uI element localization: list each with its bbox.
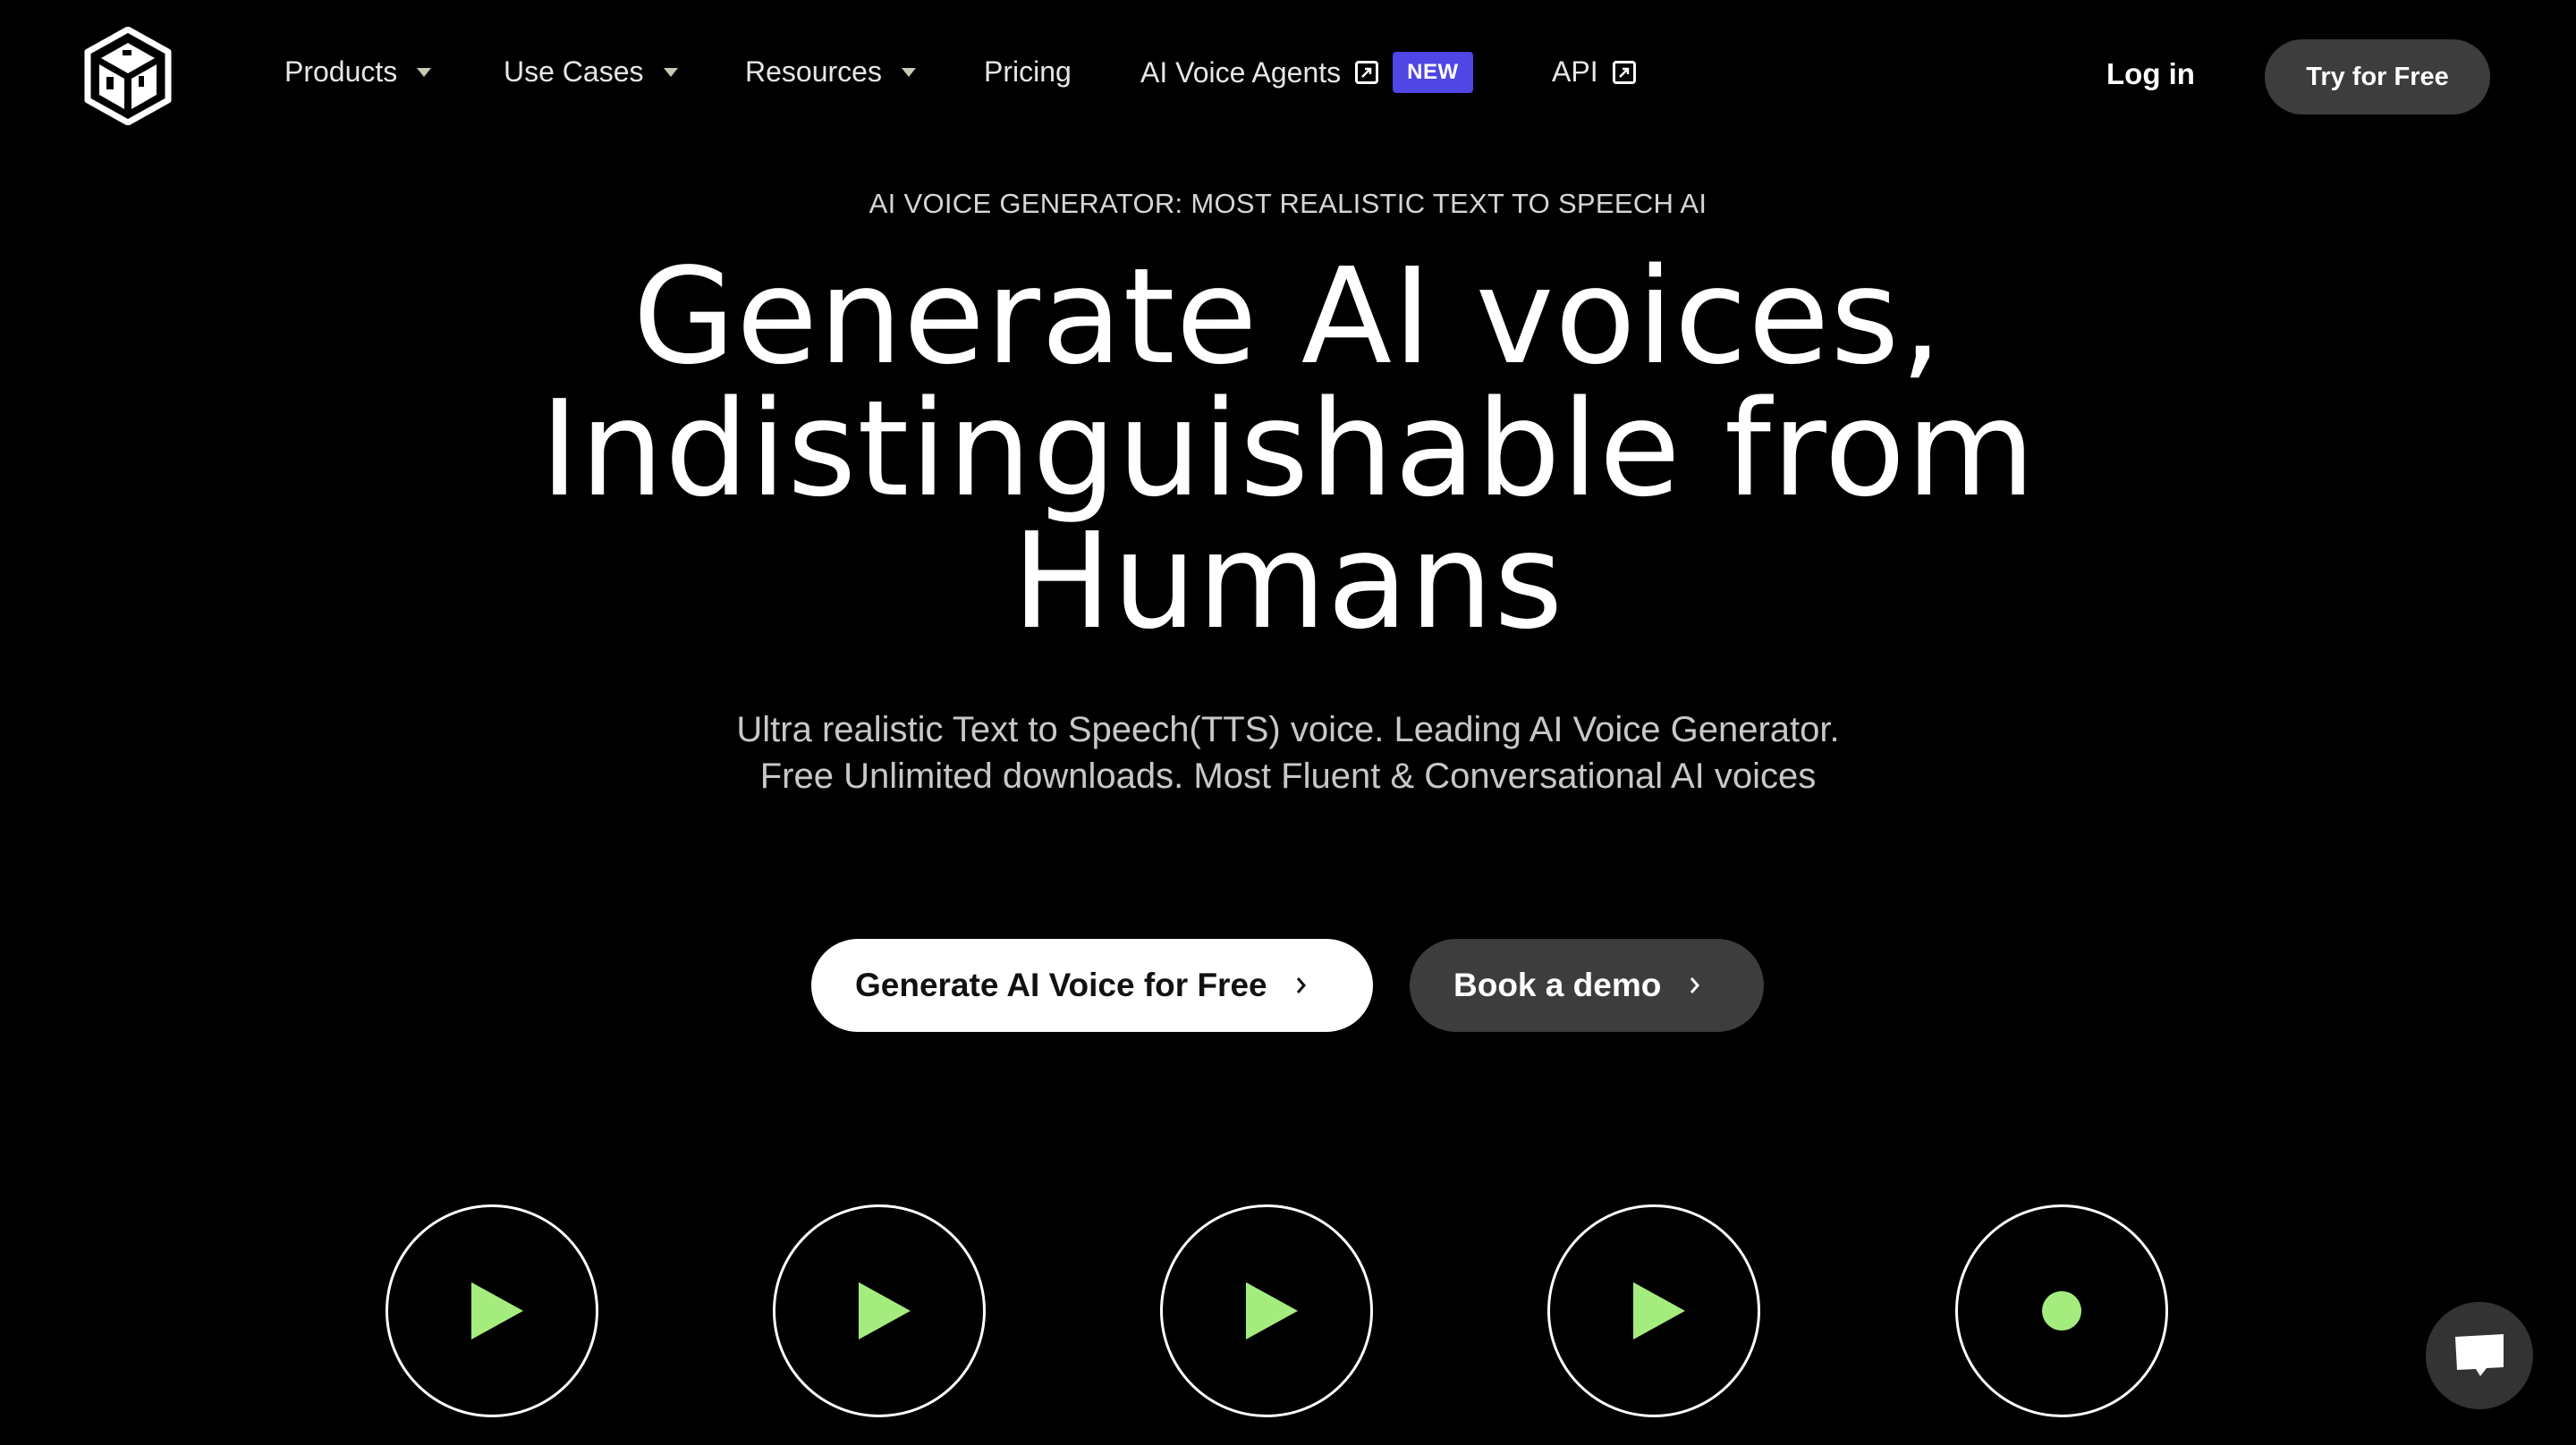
nav-label: Products bbox=[284, 55, 398, 88]
voice-sample-play-button[interactable] bbox=[1547, 1204, 1760, 1417]
play-icon bbox=[859, 1282, 911, 1339]
login-link[interactable]: Log in bbox=[2106, 57, 2195, 91]
new-badge: NEW bbox=[1393, 52, 1473, 93]
external-link-icon bbox=[1612, 60, 1636, 84]
headline-line: Indistinguishable from bbox=[539, 372, 2037, 526]
headline-line: Generate AI voices, bbox=[632, 240, 1944, 393]
book-demo-button[interactable]: Book a demo bbox=[1410, 939, 1764, 1032]
nav-label: AI Voice Agents bbox=[1140, 55, 1342, 89]
chevron-right-icon bbox=[1294, 974, 1309, 997]
button-label: Book a demo bbox=[1453, 967, 1662, 1003]
top-nav: Products Use Cases Resources Pricing AI … bbox=[0, 0, 2576, 154]
nav-label: Use Cases bbox=[504, 55, 644, 88]
voice-sample-play-button[interactable] bbox=[1160, 1204, 1373, 1417]
play-icon bbox=[1633, 1282, 1685, 1339]
external-link-icon bbox=[1355, 61, 1379, 84]
voice-sample-play-button[interactable] bbox=[386, 1204, 598, 1417]
subtitle-line: Free Unlimited downloads. Most Fluent & … bbox=[759, 756, 1817, 796]
chat-bubble-icon bbox=[2455, 1334, 2504, 1376]
nav-item-pricing[interactable]: Pricing bbox=[984, 55, 1072, 89]
chevron-right-icon bbox=[1688, 974, 1702, 997]
hero-headline: Generate AI voices, Indistinguishable fr… bbox=[0, 250, 2576, 647]
subtitle-line: Ultra realistic Text to Speech(TTS) voic… bbox=[736, 710, 1840, 749]
nav-label: Pricing bbox=[984, 55, 1072, 88]
nav-item-ai-voice-agents[interactable]: AI Voice Agents NEW bbox=[1140, 52, 1473, 93]
hero-subtitle: Ultra realistic Text to Speech(TTS) voic… bbox=[0, 706, 2576, 799]
chat-widget-button[interactable] bbox=[2426, 1302, 2533, 1409]
nav-label: API bbox=[1552, 55, 1598, 88]
caret-down-icon bbox=[901, 67, 916, 77]
nav-label: Resources bbox=[745, 55, 882, 88]
nav-item-api[interactable]: API bbox=[1552, 55, 1636, 89]
generate-ai-voice-button[interactable]: Generate AI Voice for Free bbox=[811, 939, 1373, 1032]
nav-item-use-cases[interactable]: Use Cases bbox=[504, 55, 678, 89]
voice-sample-play-button[interactable] bbox=[773, 1204, 986, 1417]
headline-line: Humans bbox=[1012, 504, 1564, 658]
hero-tagline: AI VOICE GENERATOR: MOST REALISTIC TEXT … bbox=[869, 188, 1707, 219]
record-dot-icon bbox=[2042, 1291, 2081, 1331]
voice-record-button[interactable] bbox=[1955, 1204, 2168, 1417]
nav-item-resources[interactable]: Resources bbox=[745, 55, 916, 89]
button-label: Generate AI Voice for Free bbox=[855, 967, 1267, 1003]
caret-down-icon bbox=[417, 67, 432, 77]
play-icon bbox=[471, 1282, 523, 1339]
play-icon bbox=[1246, 1282, 1298, 1339]
try-for-free-button[interactable]: Try for Free bbox=[2265, 39, 2490, 114]
caret-down-icon bbox=[663, 67, 678, 77]
nav-item-products[interactable]: Products bbox=[284, 55, 432, 89]
